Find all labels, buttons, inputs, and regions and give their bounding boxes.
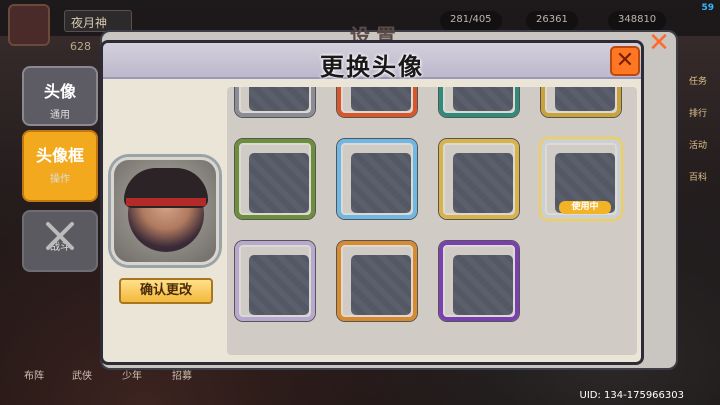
in-use-badge: 使用中 — [559, 201, 611, 214]
avatar-frame-item[interactable] — [439, 139, 519, 219]
right-menu: 任务 排行 活动 百科 — [678, 56, 718, 216]
avatar-frame-item[interactable] — [235, 241, 315, 321]
nav-heroes[interactable]: 武侠 — [62, 367, 102, 382]
right-menu-events[interactable]: 活动 — [678, 120, 718, 152]
confirm-change-button[interactable]: 确认更改 — [119, 278, 213, 304]
frame-slot — [453, 87, 513, 111]
settings-close-icon[interactable]: ✕ — [644, 28, 674, 58]
player-power: 628 — [70, 40, 91, 53]
avatar-frame-item[interactable] — [337, 87, 417, 117]
avatar-frame-item[interactable] — [337, 139, 417, 219]
avatar-frame-item[interactable] — [235, 139, 315, 219]
tab-avatar[interactable]: 头像 通用 — [22, 66, 98, 126]
tab-controls-label: 操作 — [50, 174, 70, 185]
frame-slot — [351, 255, 411, 315]
gold-counter[interactable]: 26361 — [526, 11, 578, 31]
nav-youth[interactable]: 少年 — [112, 367, 152, 382]
frame-slot — [453, 255, 513, 315]
frame-grid: 使用中 — [227, 87, 637, 355]
frame-slot — [555, 87, 615, 111]
crossed-swords-icon — [46, 222, 74, 250]
change-avatar-modal: 更换头像 ✕ 确认更改 使用中 — [100, 40, 644, 365]
modal-header: 更换头像 ✕ — [103, 43, 641, 81]
player-avatar[interactable] — [8, 4, 50, 46]
frame-slot — [453, 153, 513, 213]
frame-slot — [249, 255, 309, 315]
modal-close-icon[interactable]: ✕ — [610, 46, 640, 76]
frame-slot — [351, 87, 411, 111]
stamina-counter[interactable]: 281/405 — [440, 11, 502, 31]
frame-slot — [249, 153, 309, 213]
avatar-frame-item[interactable] — [439, 241, 519, 321]
hero-headband — [126, 198, 206, 206]
avatar-frame-item-in-use[interactable]: 使用中 — [541, 139, 621, 219]
tab-frame-label: 头像框 — [35, 146, 84, 165]
nav-recruit[interactable]: 招募 — [162, 367, 202, 382]
modal-title: 更换头像 — [320, 53, 424, 81]
right-menu-wiki[interactable]: 百科 — [678, 152, 718, 184]
uid-label: UID: 134-175966303 — [579, 390, 684, 401]
tab-avatar-label: 头像 — [43, 82, 76, 101]
tab-avatar-frame[interactable]: 头像框 操作 — [22, 130, 98, 202]
frame-slot — [351, 153, 411, 213]
avatar-frame-item[interactable] — [541, 87, 621, 117]
tab-general-label: 通用 — [50, 110, 70, 121]
avatar-frame-item[interactable] — [235, 87, 315, 117]
frame-slot — [249, 87, 309, 111]
fps-counter: 59 — [701, 3, 714, 13]
avatar-frame-item[interactable] — [337, 241, 417, 321]
player-name[interactable]: 夜月神 — [64, 10, 132, 32]
avatar-preview — [111, 157, 219, 265]
right-menu-tasks[interactable]: 任务 — [678, 56, 718, 88]
avatar-frame-item[interactable] — [439, 87, 519, 117]
right-menu-ranking[interactable]: 排行 — [678, 88, 718, 120]
nav-formation[interactable]: 布阵 — [14, 367, 54, 382]
tab-battle[interactable]: 战斗 — [22, 210, 98, 272]
